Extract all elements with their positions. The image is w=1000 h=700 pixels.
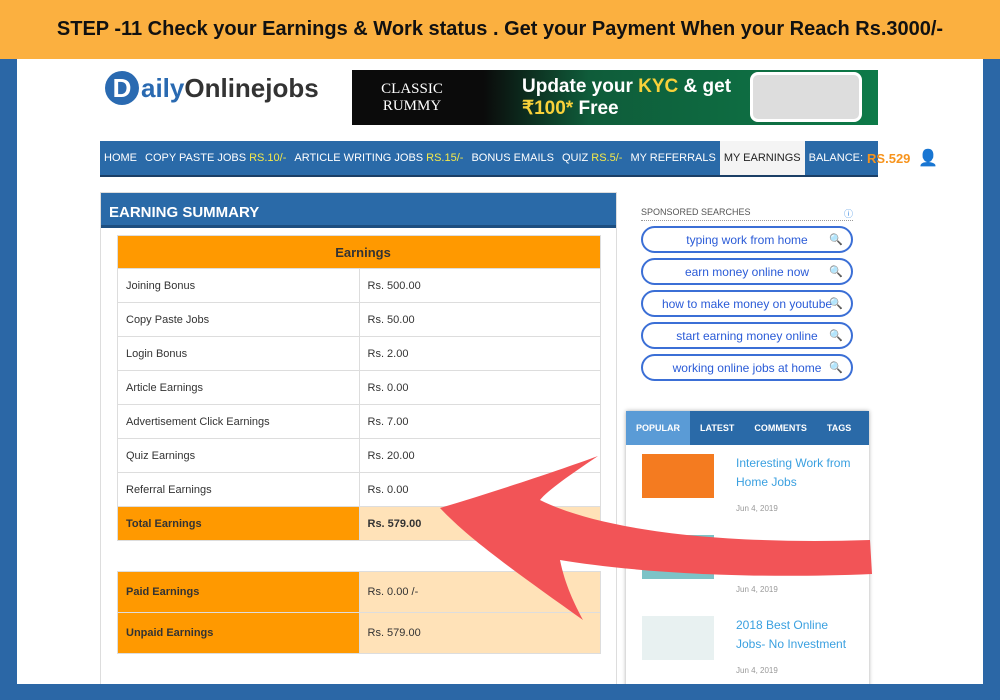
red-arrow-annotation <box>440 456 872 620</box>
